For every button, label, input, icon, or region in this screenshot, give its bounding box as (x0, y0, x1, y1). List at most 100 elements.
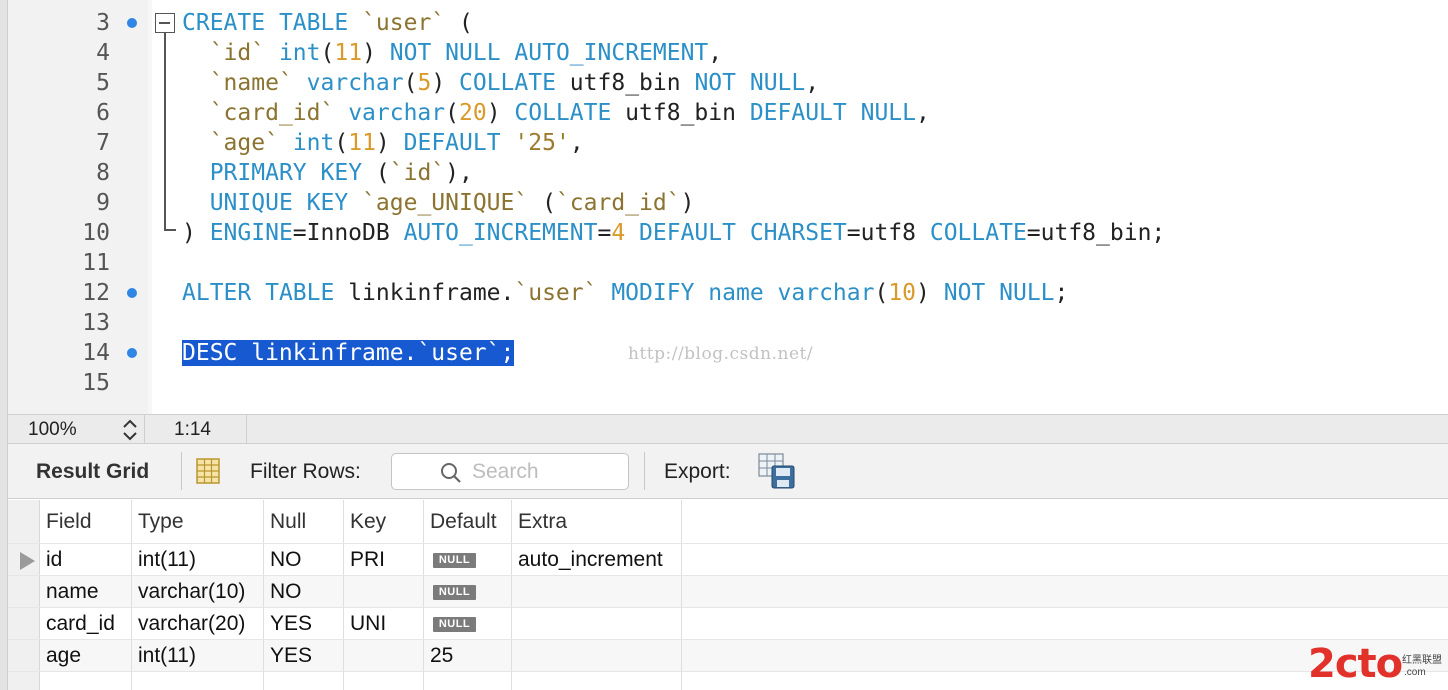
code-text[interactable]: ALTER TABLE linkinframe.`user` MODIFY na… (182, 278, 1068, 308)
row-selector[interactable] (8, 608, 40, 639)
grid-cell[interactable] (344, 672, 424, 690)
row-selector[interactable] (8, 640, 40, 671)
grid-cell[interactable] (132, 672, 264, 690)
row-selector[interactable] (8, 672, 40, 690)
code-token: varchar (348, 100, 446, 126)
code-text[interactable]: `id` int(11) NOT NULL AUTO_INCREMENT, (182, 38, 722, 68)
fold-toggle-icon[interactable] (155, 13, 175, 33)
code-line[interactable]: 11 (0, 248, 1448, 278)
grid-cell[interactable] (512, 576, 682, 607)
code-token: ) (486, 100, 515, 126)
editor-status-bar: 100% 1:14 (8, 414, 1448, 444)
row-selector[interactable] (8, 544, 40, 575)
cell-value: age (46, 644, 82, 667)
column-header[interactable]: Default (424, 500, 512, 543)
table-row[interactable] (8, 671, 1448, 690)
export-icon[interactable] (758, 453, 796, 489)
code-text[interactable]: UNIQUE KEY `age_UNIQUE` (`card_id`) (182, 188, 695, 218)
code-text[interactable]: CREATE TABLE `user` ( (182, 8, 473, 38)
grid-cell[interactable]: 25 (424, 640, 512, 671)
code-token: linkinframe. (334, 280, 515, 306)
grid-cell[interactable]: NULL (424, 576, 512, 607)
code-token: =utf8_bin; (1026, 220, 1166, 246)
code-token: '25' (514, 130, 570, 156)
code-text[interactable]: `name` varchar(5) COLLATE utf8_bin NOT N… (182, 68, 819, 98)
zoom-stepper-icon[interactable] (120, 418, 140, 442)
grid-cell[interactable]: NO (264, 544, 344, 575)
row-selector[interactable] (8, 500, 40, 543)
column-header[interactable]: Key (344, 500, 424, 543)
grid-cell[interactable]: name (40, 576, 132, 607)
code-line[interactable]: 5 `name` varchar(5) COLLATE utf8_bin NOT… (0, 68, 1448, 98)
code-text[interactable]: `age` int(11) DEFAULT '25', (182, 128, 584, 158)
grid-cell[interactable]: int(11) (132, 640, 264, 671)
grid-cell[interactable] (344, 576, 424, 607)
grid-cell[interactable]: YES (264, 640, 344, 671)
code-line[interactable]: 3 CREATE TABLE `user` ( (0, 8, 1448, 38)
statement-marker-icon[interactable] (127, 288, 137, 298)
code-token: ( (445, 10, 473, 36)
column-header[interactable]: Null (264, 500, 344, 543)
grid-cell[interactable]: varchar(20) (132, 608, 264, 639)
grid-cell[interactable] (512, 640, 682, 671)
grid-cell[interactable]: card_id (40, 608, 132, 639)
statement-marker-icon[interactable] (127, 18, 137, 28)
grid-view-icon[interactable] (195, 458, 221, 484)
grid-cell[interactable]: PRI (344, 544, 424, 575)
code-text[interactable]: `card_id` varchar(20) COLLATE utf8_bin D… (182, 98, 930, 128)
code-line[interactable]: 6 `card_id` varchar(20) COLLATE utf8_bin… (0, 98, 1448, 128)
code-line[interactable]: 8 PRIMARY KEY (`id`), (0, 158, 1448, 188)
column-header[interactable]: Extra (512, 500, 682, 543)
grid-cell[interactable]: int(11) (132, 544, 264, 575)
grid-cell[interactable] (512, 672, 682, 690)
sql-editor[interactable]: 3 CREATE TABLE `user` (4 `id` int(11) NOT… (0, 0, 1448, 414)
code-line[interactable]: 15 (0, 368, 1448, 398)
grid-cell[interactable] (512, 608, 682, 639)
grid-cell[interactable]: NULL (424, 608, 512, 639)
code-line[interactable]: 10) ENGINE=InnoDB AUTO_INCREMENT=4 DEFAU… (0, 218, 1448, 248)
code-text[interactable]: DESC linkinframe.`user`; (182, 338, 515, 368)
zoom-selector[interactable]: 100% (8, 415, 145, 443)
grid-cell[interactable]: id (40, 544, 132, 575)
code-token: NULL (860, 100, 916, 126)
table-row[interactable]: id int(11) NO PRI NULL auto_increment (8, 543, 1448, 575)
code-line[interactable]: 4 `id` int(11) NOT NULL AUTO_INCREMENT, (0, 38, 1448, 68)
filter-search-box[interactable] (391, 453, 629, 490)
code-token: , (708, 40, 723, 66)
grid-cell[interactable]: auto_increment (512, 544, 682, 575)
column-header[interactable]: Type (132, 500, 264, 543)
search-input[interactable] (472, 459, 622, 485)
grid-cell[interactable]: YES (264, 608, 344, 639)
code-line[interactable]: 9 UNIQUE KEY `age_UNIQUE` (`card_id`) (0, 188, 1448, 218)
result-grid[interactable]: Field Type Null Key Default Extra id int(11) NO P… (8, 500, 1448, 690)
grid-cell[interactable]: NO (264, 576, 344, 607)
table-row[interactable]: card_id varchar(20) YES UNI NULL (8, 607, 1448, 639)
statement-marker-icon[interactable] (127, 348, 137, 358)
grid-cell[interactable] (264, 672, 344, 690)
code-line[interactable]: 13 (0, 308, 1448, 338)
grid-cell[interactable] (40, 672, 132, 690)
table-row[interactable]: age int(11) YES 25 (8, 639, 1448, 671)
code-token: AUTO_INCREMENT (514, 40, 709, 66)
code-text[interactable]: PRIMARY KEY (`id`), (182, 158, 473, 188)
grid-cell[interactable] (424, 672, 512, 690)
code-token: CHARSET (749, 220, 847, 246)
table-row[interactable]: name varchar(10) NO NULL (8, 575, 1448, 607)
code-token: varchar (306, 70, 404, 96)
code-token: ), (445, 160, 473, 186)
grid-cell[interactable]: UNI (344, 608, 424, 639)
row-selector[interactable] (8, 576, 40, 607)
code-line[interactable]: 7 `age` int(11) DEFAULT '25', (0, 128, 1448, 158)
column-header[interactable]: Field (40, 500, 132, 543)
code-text[interactable]: ) ENGINE=InnoDB AUTO_INCREMENT=4 DEFAULT… (182, 218, 1165, 248)
code-line[interactable]: 12 ALTER TABLE linkinframe.`user` MODIFY … (0, 278, 1448, 308)
grid-cell[interactable] (344, 640, 424, 671)
grid-cell[interactable]: NULL (424, 544, 512, 575)
grid-cell[interactable]: age (40, 640, 132, 671)
grid-cell[interactable]: varchar(10) (132, 576, 264, 607)
